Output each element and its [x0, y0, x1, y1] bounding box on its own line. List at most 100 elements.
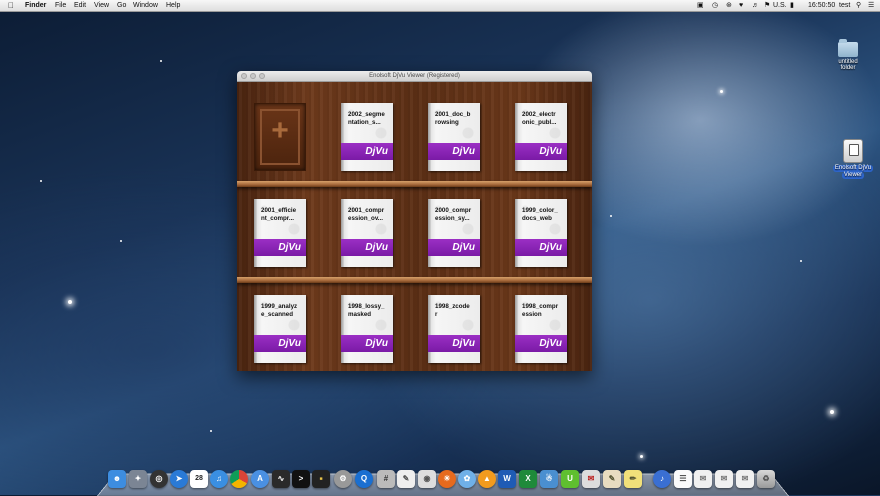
textedit-icon[interactable]: ✏	[624, 470, 642, 488]
zoom-button[interactable]	[259, 73, 265, 79]
book-title: 1998_compr ession	[522, 303, 559, 318]
mail3-icon[interactable]: ✉	[715, 470, 733, 488]
add-book-button[interactable]: +	[254, 103, 306, 171]
djvu-badge: DjVu	[452, 242, 475, 253]
quicktime-icon[interactable]: Q	[355, 470, 373, 488]
book-title: 2002_segme ntation_s...	[348, 111, 385, 126]
wifi-icon[interactable]: ♥	[739, 0, 743, 11]
book-title: 2001_compr ession_ov...	[348, 207, 385, 222]
book-item[interactable]: 1999_analyz e_scanned DjVu	[254, 295, 306, 363]
launchpad-icon[interactable]: ✦	[129, 470, 147, 488]
menu-app-name[interactable]: Finder	[25, 0, 46, 11]
star	[640, 455, 643, 458]
star	[210, 430, 212, 432]
menu-go[interactable]: Go	[117, 0, 126, 11]
djvu-band: DjVu	[254, 239, 306, 256]
ibooks-icon[interactable]: U	[561, 470, 579, 488]
system-preferences-icon[interactable]: ⚙	[334, 470, 352, 488]
app-store-icon[interactable]: A	[251, 470, 269, 488]
itunes-icon[interactable]: ♫	[210, 470, 228, 488]
djvu-band: DjVu	[254, 335, 306, 352]
book-item[interactable]: 2002_electr onic_publ... DjVu	[515, 103, 567, 171]
menu-file[interactable]: File	[55, 0, 66, 11]
spotlight-icon[interactable]: ⚲	[856, 0, 861, 11]
screen-mirror-icon[interactable]: ▣	[697, 0, 704, 11]
user-name[interactable]: test	[839, 0, 850, 11]
desktop-icon-label: Enolsoft DjVu	[832, 165, 874, 172]
dashboard-icon[interactable]: ◎	[150, 470, 168, 488]
desktop-icon-untitled-folder[interactable]: untitled folder	[823, 39, 873, 71]
djvu-badge: DjVu	[539, 242, 562, 253]
book-item[interactable]: 2001_efficie nt_compr... DjVu	[254, 199, 306, 267]
book-item[interactable]: 2001_compr ession_ov... DjVu	[341, 199, 393, 267]
book-item[interactable]: 1999_color_ docs_web DjVu	[515, 199, 567, 267]
book-item[interactable]: 2002_segme ntation_s... DjVu	[341, 103, 393, 171]
safari-icon[interactable]: ➤	[170, 470, 188, 488]
djvu-viewer-window: Enolsoft DjVu Viewer (Registered) + 2002…	[237, 71, 592, 371]
console-icon[interactable]: ■	[312, 470, 330, 488]
star	[720, 90, 723, 93]
photo-icon[interactable]: ✿	[458, 470, 476, 488]
book-title: 2000_compr ession_sy...	[435, 207, 472, 222]
desktop-icon-label: folder	[840, 65, 856, 71]
window-titlebar[interactable]: Enolsoft DjVu Viewer (Registered)	[237, 71, 592, 82]
bluetooth-icon[interactable]: ⊛	[726, 0, 732, 11]
terminal-icon[interactable]: >	[292, 470, 310, 488]
notes-icon[interactable]: ♪	[653, 470, 671, 488]
window-title: Enolsoft DjVu Viewer (Registered)	[369, 73, 460, 79]
ipod-icon[interactable]: ◉	[418, 470, 436, 488]
app-drive-icon	[843, 139, 863, 163]
book-item[interactable]: 1998_lossy_ masked DjVu	[341, 295, 393, 363]
djvu-band: DjVu	[428, 143, 480, 160]
trash-icon[interactable]: ♻	[757, 470, 775, 488]
book-item[interactable]: 1998_compr ession DjVu	[515, 295, 567, 363]
folder-icon	[838, 39, 858, 57]
book-title: 2002_electr onic_publ...	[522, 111, 557, 126]
menu-help[interactable]: Help	[166, 0, 180, 11]
clock[interactable]: 16:50:50	[808, 0, 835, 11]
book-item[interactable]: 2001_doc_b rowsing DjVu	[428, 103, 480, 171]
vlc-icon[interactable]: ▲	[478, 470, 496, 488]
input-source-label[interactable]: U.S.	[773, 0, 787, 11]
menu-view[interactable]: View	[94, 0, 109, 11]
time-machine-icon[interactable]: ◷	[712, 0, 718, 11]
desktop-icon-djvu-viewer[interactable]: Enolsoft DjVu Viewer	[828, 139, 878, 179]
mail2-icon[interactable]: ✉	[694, 470, 712, 488]
app-icon[interactable]: ☃	[540, 470, 558, 488]
chrome-icon[interactable]	[230, 470, 248, 488]
word-icon[interactable]: W	[498, 470, 516, 488]
menu-edit[interactable]: Edit	[74, 0, 86, 11]
preview-icon[interactable]: ✎	[397, 470, 415, 488]
star	[610, 215, 612, 217]
photos-icon[interactable]: ✎	[603, 470, 621, 488]
djvu-badge: DjVu	[365, 242, 388, 253]
activity-monitor-icon[interactable]: ∿	[272, 470, 290, 488]
minimize-button[interactable]	[250, 73, 256, 79]
calendar-icon[interactable]: 28	[190, 470, 208, 488]
djvu-band: DjVu	[515, 239, 567, 256]
book-title: 2001_efficie nt_compr...	[261, 207, 297, 222]
djvu-badge: DjVu	[365, 338, 388, 349]
djvu-band: DjVu	[428, 335, 480, 352]
djvu-band: DjVu	[428, 239, 480, 256]
star	[68, 300, 72, 304]
book-item[interactable]: 2000_compr ession_sy... DjVu	[428, 199, 480, 267]
battery-icon[interactable]: ▮	[790, 0, 794, 11]
firefox-icon[interactable]: ☀	[438, 470, 456, 488]
mail-icon[interactable]: ✉	[582, 470, 600, 488]
finder-icon[interactable]: ☻	[108, 470, 126, 488]
excel-icon[interactable]: X	[519, 470, 537, 488]
menu-window[interactable]: Window	[133, 0, 158, 11]
notification-center-icon[interactable]: ☰	[868, 0, 874, 11]
djvu-band: DjVu	[515, 335, 567, 352]
volume-icon[interactable]: ♬	[752, 0, 759, 11]
djvu-badge: DjVu	[452, 338, 475, 349]
star	[160, 60, 162, 62]
close-button[interactable]	[241, 73, 247, 79]
apple-menu-icon[interactable]: 	[8, 0, 14, 11]
mail4-icon[interactable]: ✉	[736, 470, 754, 488]
flag-icon[interactable]: ⚑	[764, 0, 770, 11]
book-item[interactable]: 1998_zcode r DjVu	[428, 295, 480, 363]
calculator-icon[interactable]: #	[377, 470, 395, 488]
document-icon[interactable]: ☰	[674, 470, 692, 488]
